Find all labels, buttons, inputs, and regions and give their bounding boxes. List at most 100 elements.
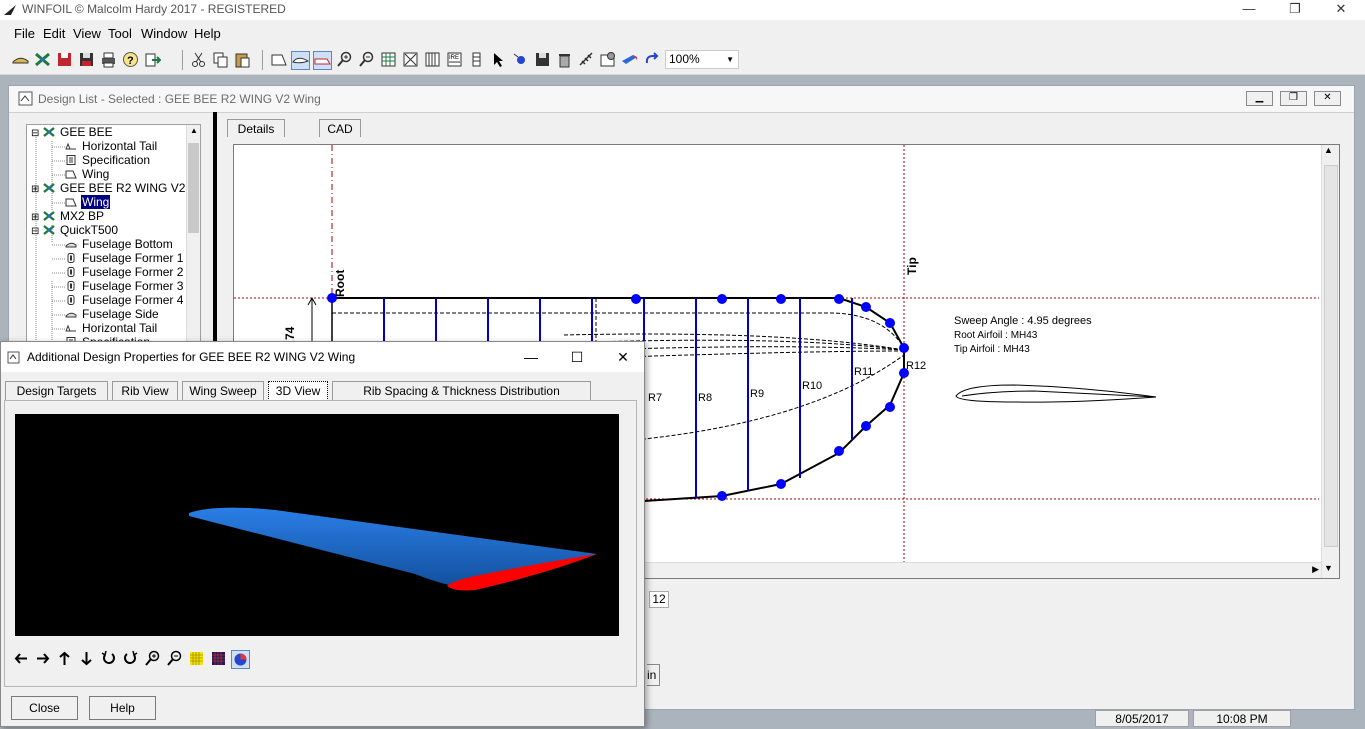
menu-tool[interactable]: Tool bbox=[108, 26, 132, 41]
design-list-close-button[interactable]: ✕ bbox=[1314, 91, 1341, 106]
airfoil-icon[interactable] bbox=[291, 51, 310, 70]
tree-item[interactable]: Wing bbox=[65, 195, 111, 209]
close-button[interactable]: Close bbox=[11, 696, 78, 720]
zoom-out-icon[interactable] bbox=[358, 51, 375, 68]
tree-scroll-thumb[interactable] bbox=[188, 143, 199, 233]
former-icon bbox=[65, 251, 81, 265]
dialog-minimize-button[interactable]: — bbox=[508, 342, 554, 372]
design-list-restore-button[interactable]: ❐ bbox=[1280, 91, 1307, 106]
app-close-button[interactable]: ✕ bbox=[1318, 0, 1364, 20]
tree-expander-icon[interactable]: ⊞ bbox=[31, 183, 41, 197]
spar-icon[interactable] bbox=[402, 51, 419, 68]
zoom-out-icon[interactable] bbox=[166, 650, 183, 667]
scroll-up-icon[interactable]: ▲ bbox=[188, 126, 200, 138]
tree-item-label: Fuselage Former 1 bbox=[82, 251, 184, 265]
arrow-up-icon[interactable] bbox=[56, 650, 73, 667]
menu-edit[interactable]: Edit bbox=[43, 26, 65, 41]
redo-icon[interactable] bbox=[643, 51, 660, 68]
scroll-right-icon[interactable]: ▶ bbox=[1312, 564, 1319, 575]
scroll-down-icon[interactable]: ▼ bbox=[1324, 563, 1333, 573]
zoom-select[interactable]: 100% ▼ bbox=[665, 50, 739, 69]
3d-view-canvas[interactable] bbox=[15, 414, 619, 636]
rib-count-field[interactable]: 12 bbox=[649, 591, 669, 608]
delete-icon[interactable] bbox=[556, 51, 573, 68]
disk-icon[interactable] bbox=[534, 51, 551, 68]
airfoil-alt-icon[interactable] bbox=[313, 51, 332, 70]
rotate-right-icon[interactable] bbox=[122, 650, 139, 667]
print-icon[interactable] bbox=[100, 51, 117, 68]
zoom-in-icon[interactable] bbox=[336, 51, 353, 68]
3d-icon[interactable] bbox=[621, 51, 638, 68]
help-button[interactable]: Help bbox=[89, 696, 156, 720]
dialog-close-button[interactable]: ✕ bbox=[600, 342, 646, 372]
airplane-icon[interactable] bbox=[34, 51, 51, 68]
tree-item[interactable]: Wing bbox=[65, 167, 110, 181]
tab-rib-view[interactable]: Rib View bbox=[112, 381, 178, 401]
tree-item[interactable]: Horizontal Tail bbox=[65, 139, 158, 153]
render-mode-icon[interactable] bbox=[231, 650, 250, 669]
cut-icon[interactable] bbox=[190, 51, 207, 68]
menu-window[interactable]: Window bbox=[141, 26, 187, 41]
units-fragment[interactable]: in bbox=[647, 664, 660, 686]
canvas-vscroll-thumb[interactable] bbox=[1324, 165, 1338, 547]
save-red-icon[interactable] bbox=[56, 51, 73, 68]
select-arrow-icon[interactable] bbox=[490, 51, 507, 68]
tab-wing-sweep[interactable]: Wing Sweep bbox=[182, 381, 264, 401]
arrow-down-icon[interactable] bbox=[78, 650, 95, 667]
export-icon[interactable] bbox=[144, 51, 161, 68]
tree-expander-icon[interactable]: ⊟ bbox=[31, 225, 41, 239]
fuselage-icon[interactable] bbox=[12, 51, 29, 68]
tab-details[interactable]: Details bbox=[227, 119, 285, 137]
tab-rib-spacing[interactable]: Rib Spacing & Thickness Distribution bbox=[332, 381, 591, 401]
tree-item[interactable]: Horizontal Tail bbox=[65, 321, 158, 335]
tree-item[interactable]: ⊟ GEE BEE bbox=[31, 125, 114, 139]
tree-item[interactable]: Fuselage Former 3 bbox=[65, 279, 184, 293]
menu-file[interactable]: File bbox=[14, 26, 35, 41]
rib-label: R10 bbox=[802, 380, 822, 392]
tree-item[interactable]: ⊞ MX2 BP bbox=[31, 209, 105, 223]
app-minimize-button[interactable]: — bbox=[1226, 0, 1272, 20]
tree-item[interactable]: Fuselage Side bbox=[65, 307, 160, 321]
tree-item[interactable]: ⊟ QuickT500 bbox=[31, 223, 119, 237]
properties-icon[interactable] bbox=[599, 51, 616, 68]
rib-icon[interactable] bbox=[424, 51, 441, 68]
column-icon[interactable] bbox=[468, 51, 485, 68]
grid-dark-icon[interactable] bbox=[210, 650, 227, 667]
tree-item[interactable]: Fuselage Former 4 bbox=[65, 293, 184, 307]
zoom-in-icon[interactable] bbox=[144, 650, 161, 667]
tree-expander-icon[interactable]: ⊟ bbox=[31, 127, 41, 141]
tree-item[interactable]: Fuselage Bottom bbox=[65, 237, 174, 251]
help-icon[interactable]: ? bbox=[122, 51, 139, 68]
scroll-up-icon[interactable]: ▲ bbox=[1324, 145, 1333, 155]
tab-design-targets[interactable]: Design Targets bbox=[5, 381, 108, 401]
tree-scrollbar[interactable]: ▲ bbox=[186, 125, 200, 353]
save-icon[interactable] bbox=[78, 51, 95, 68]
design-tree[interactable]: ⊟ GEE BEE Horizontal Tail Specification Wing… bbox=[26, 124, 201, 354]
airplane-icon bbox=[43, 223, 59, 237]
tree-item[interactable]: ⊞ GEE BEE R2 WING V2 bbox=[31, 181, 186, 195]
tab-3d-view[interactable]: 3D View bbox=[268, 381, 328, 401]
grid-yellow-icon[interactable] bbox=[188, 650, 205, 667]
point-icon[interactable] bbox=[512, 51, 529, 68]
tree-item[interactable]: Specification bbox=[65, 153, 151, 167]
tab-cad[interactable]: CAD bbox=[319, 119, 361, 137]
copy-icon[interactable] bbox=[212, 51, 229, 68]
app-restore-button[interactable]: ❐ bbox=[1272, 0, 1318, 20]
arrow-right-icon[interactable] bbox=[34, 650, 51, 667]
measure-icon[interactable] bbox=[578, 51, 595, 68]
tree-item[interactable]: Fuselage Former 1 bbox=[65, 251, 184, 265]
canvas-hscrollbar[interactable]: ▶ bbox=[634, 562, 1321, 578]
dialog-maximize-button[interactable]: ☐ bbox=[554, 342, 600, 372]
canvas-vscrollbar[interactable]: ▲ ▼ bbox=[1321, 145, 1339, 578]
grid-icon[interactable] bbox=[380, 51, 397, 68]
menu-help[interactable]: Help bbox=[194, 26, 221, 41]
tree-item[interactable]: Fuselage Former 2 bbox=[65, 265, 184, 279]
arrow-left-icon[interactable] bbox=[13, 650, 30, 667]
wing-plan-icon[interactable] bbox=[270, 51, 287, 68]
design-list-minimize-button[interactable]: ▁ bbox=[1246, 91, 1273, 106]
tree-item-label: Fuselage Side bbox=[82, 307, 159, 321]
paste-icon[interactable] bbox=[234, 51, 251, 68]
menu-view[interactable]: View bbox=[73, 26, 101, 41]
rotate-left-icon[interactable] bbox=[100, 650, 117, 667]
rib-edit-icon[interactable]: IRE bbox=[446, 51, 463, 68]
